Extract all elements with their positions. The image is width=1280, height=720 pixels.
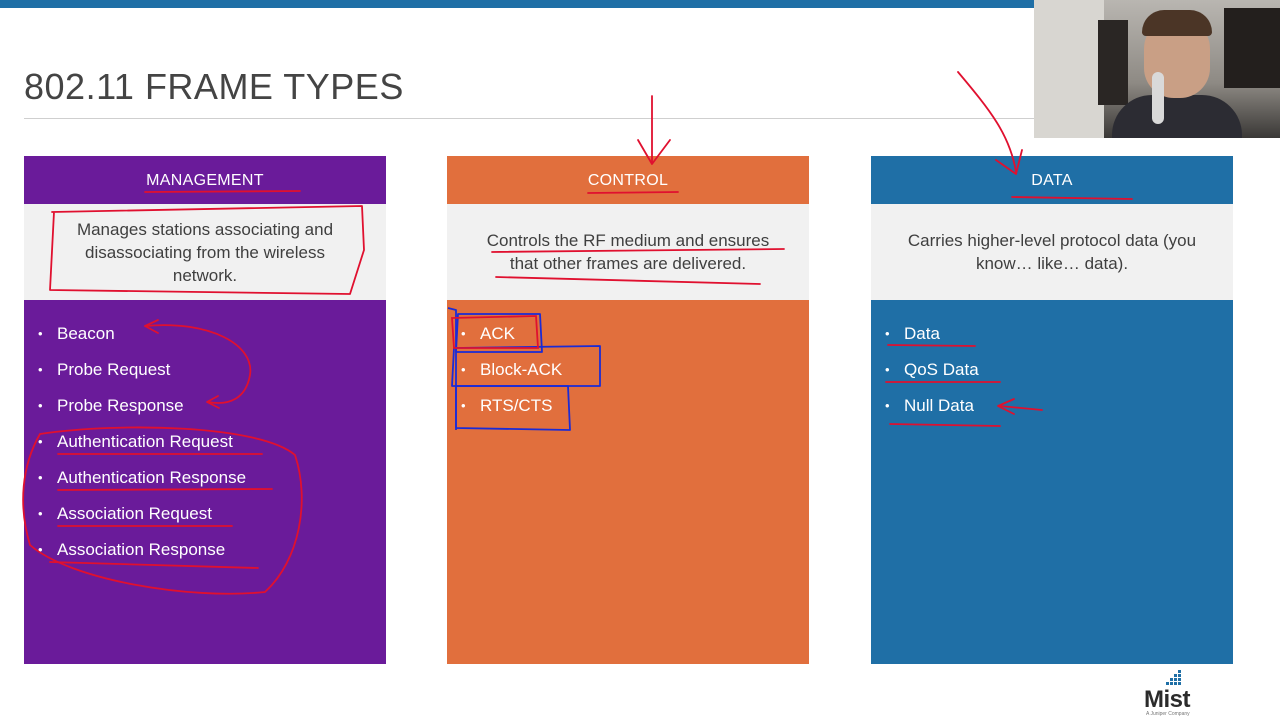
control-card: CONTROL Controls the RF medium and ensur… [447,156,809,664]
presenter-webcam [1034,0,1280,138]
management-frame-list: • Beacon • Probe Request • Probe Response •… [24,316,386,568]
control-list-panel: • ACK • Block-ACK • RTS/CTS [447,300,809,664]
list-item-label: Probe Response [57,396,184,415]
slide-title: 802.11 FRAME TYPES [24,66,404,107]
data-list-panel: • Data • QoS Data • Null Data [871,300,1233,664]
list-item-label: Probe Request [57,360,171,379]
logo-tagline: A Juniper Company [1146,711,1190,717]
data-description-text: Carries higher-level protocol data (you … [907,231,1197,273]
list-item-label: Beacon [57,324,115,343]
control-heading: CONTROL [447,156,809,204]
list-item-label: Block-ACK [480,360,563,379]
bullet-icon: • [461,362,466,377]
list-item-label: QoS Data [904,360,979,379]
list-item: • Association Request [38,496,386,532]
management-list-panel: • Beacon • Probe Request • Probe Response •… [24,300,386,664]
control-description-text: Controls the RF medium and ensures that … [486,231,770,273]
list-item-label: Authentication Request [57,432,233,451]
list-item-label: Authentication Response [57,468,247,487]
mist-logo: Mist A Juniper Company [1140,668,1202,717]
bullet-icon: • [885,326,890,341]
list-item-label: Null Data [904,396,974,415]
bullet-icon: • [885,398,890,413]
management-description: Manages stations associating and disasso… [24,204,386,300]
list-item: • ACK [461,316,809,352]
microphone-icon [1152,72,1164,124]
data-heading: DATA [871,156,1233,204]
bullet-icon: • [38,470,43,485]
webcam-wall [1034,0,1104,138]
bullet-icon: • [38,362,43,377]
bullet-icon: • [885,362,890,377]
data-card: DATA Carries higher-level protocol data … [871,156,1233,664]
list-item: • Authentication Request [38,424,386,460]
list-item: • Probe Response [38,388,386,424]
bullet-icon: • [38,542,43,557]
list-item-label: Data [904,324,940,343]
list-item: • QoS Data [885,352,1233,388]
list-item: • Block-ACK [461,352,809,388]
bullet-icon: • [461,326,466,341]
title-divider [24,118,1034,119]
webcam-acoustic-panel [1098,20,1128,105]
control-description: Controls the RF medium and ensures that … [447,204,809,300]
list-item: • RTS/CTS [461,388,809,424]
management-card: MANAGEMENT Manages stations associating … [24,156,386,664]
list-item-label: Association Request [57,504,212,523]
list-item-label: Association Response [57,540,226,559]
list-item-label: RTS/CTS [480,396,553,415]
list-item: • Probe Request [38,352,386,388]
management-description-text: Manages stations associating and disasso… [76,219,334,285]
bullet-icon: • [461,398,466,413]
logo-wordmark: Mist [1144,686,1191,713]
control-frame-list: • ACK • Block-ACK • RTS/CTS [447,316,809,424]
data-frame-list: • Data • QoS Data • Null Data [871,316,1233,424]
presenter-torso [1112,95,1242,138]
list-item: • Beacon [38,316,386,352]
bullet-icon: • [38,326,43,341]
list-item-label: ACK [480,324,515,343]
list-item: • Association Response [38,532,386,568]
list-item: • Null Data [885,388,1233,424]
bullet-icon: • [38,434,43,449]
list-item: • Data [885,316,1233,352]
bullet-icon: • [38,398,43,413]
management-heading: MANAGEMENT [24,156,386,204]
bullet-icon: • [38,506,43,521]
list-item: • Authentication Response [38,460,386,496]
webcam-poster [1224,8,1280,88]
data-description: Carries higher-level protocol data (you … [871,204,1233,300]
presenter-hair [1142,10,1212,36]
